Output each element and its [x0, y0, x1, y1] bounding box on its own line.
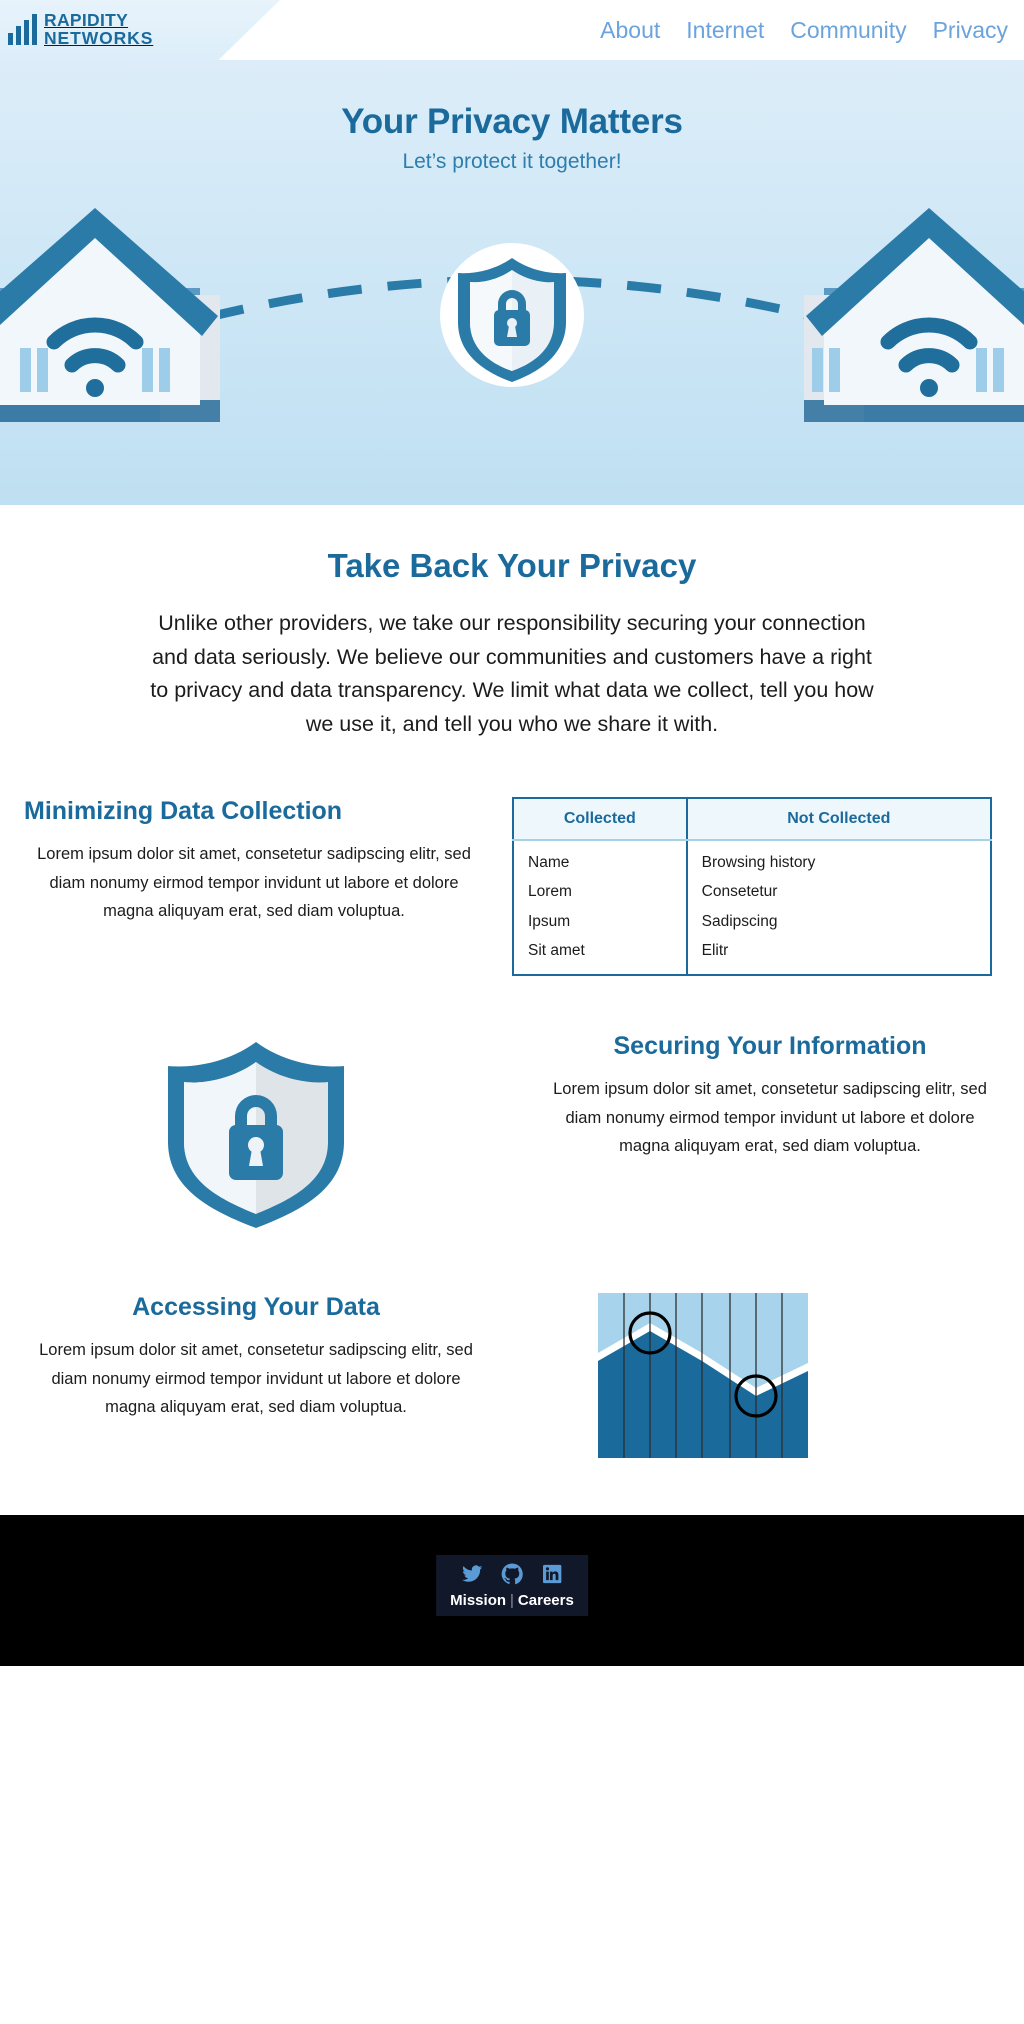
section-body-minimizing-data-collection: Lorem ipsum dolor sit amet, consetetur s…	[37, 845, 471, 920]
house-with-wifi-icon-right	[804, 208, 1024, 422]
feature-3-text-column: Accessing Your Data Lorem ipsum dolor si…	[0, 1293, 512, 1421]
table-row: Name Browsing history	[513, 840, 991, 878]
table-cell-collected: Lorem	[513, 877, 688, 907]
feature-securing-your-information: Securing Your Information Lorem ipsum do…	[0, 1032, 1024, 1237]
footer-links: Mission | Careers	[450, 1592, 574, 1609]
table-row: Lorem Consetetur	[513, 877, 991, 907]
table-row: Ipsum Sadipscing	[513, 906, 991, 936]
site-logo[interactable]: RAPIDITY NETWORKS	[0, 11, 154, 48]
table-row: Sit amet Elitr	[513, 935, 991, 976]
table-cell-collected: Name	[513, 840, 688, 878]
nav-item-internet[interactable]: Internet	[686, 17, 764, 44]
two-houses-secure-connection-illustration	[0, 208, 1024, 422]
linkedin-icon[interactable]	[541, 1563, 563, 1585]
social-links-row	[450, 1563, 574, 1585]
nav-item-community[interactable]: Community	[790, 17, 906, 44]
footer-link-mission[interactable]: Mission	[450, 1592, 506, 1609]
nav-item-about[interactable]: About	[600, 17, 660, 44]
footer-link-separator: |	[510, 1592, 514, 1610]
table-header-row: Collected Not Collected	[513, 798, 991, 842]
area-chart-with-markers-icon	[598, 1293, 808, 1459]
nav-item-privacy[interactable]: Privacy	[933, 17, 1008, 44]
section-heading-securing-your-information: Securing Your Information	[613, 1032, 927, 1061]
section-body-accessing-your-data: Lorem ipsum dolor sit amet, consetetur s…	[39, 1341, 473, 1416]
feature-1-text-column: Minimizing Data Collection Lorem ipsum d…	[0, 797, 512, 925]
data-collection-table-wrapper: Collected Not Collected Name Browsing hi…	[512, 797, 1024, 977]
intro-section: Take Back Your Privacy Unlike other prov…	[0, 505, 1024, 741]
feature-2-text-column: Securing Your Information Lorem ipsum do…	[512, 1032, 1024, 1160]
logo-wordmark: RAPIDITY NETWORKS	[44, 11, 154, 48]
footer-link-careers[interactable]: Careers	[518, 1592, 574, 1609]
twitter-icon[interactable]	[461, 1563, 483, 1585]
section-heading-minimizing-data-collection: Minimizing Data Collection	[24, 797, 343, 826]
site-footer: Mission | Careers	[0, 1515, 1024, 1667]
feature-3-image-column	[512, 1293, 1024, 1463]
logo-line-2: NETWORKS	[44, 28, 154, 48]
table-cell-collected: Sit amet	[513, 935, 688, 976]
hero-section: Your Privacy Matters Let’s protect it to…	[0, 60, 1024, 505]
main-navigation: About Internet Community Privacy	[600, 0, 1008, 60]
shield-with-padlock-icon	[168, 1042, 344, 1229]
table-cell-not-collected: Sadipscing	[701, 912, 778, 930]
section-heading-accessing-your-data: Accessing Your Data	[132, 1293, 380, 1322]
intro-heading: Take Back Your Privacy	[327, 547, 697, 584]
bar-chart-logo-icon	[8, 14, 37, 45]
feature-2-image-column	[0, 1032, 512, 1237]
feature-accessing-your-data: Accessing Your Data Lorem ipsum dolor si…	[0, 1293, 1024, 1463]
table-cell-not-collected: Browsing history	[701, 854, 816, 872]
table-cell-not-collected: Elitr	[701, 941, 729, 959]
site-header: RAPIDITY NETWORKS About Internet Communi…	[0, 0, 1024, 60]
github-icon[interactable]	[501, 1563, 523, 1585]
intro-paragraph: Unlike other providers, we take our resp…	[150, 611, 874, 736]
feature-minimizing-data-collection: Minimizing Data Collection Lorem ipsum d…	[0, 797, 1024, 977]
table-col-header-not-collected: Not Collected	[686, 798, 991, 842]
section-body-securing-your-information: Lorem ipsum dolor sit amet, consetetur s…	[553, 1080, 987, 1155]
table-col-header-collected: Collected	[513, 798, 688, 842]
footer-content-panel: Mission | Careers	[436, 1555, 588, 1617]
table-cell-not-collected: Consetetur	[701, 883, 778, 901]
table-cell-collected: Ipsum	[513, 906, 688, 936]
shield-lock-icon	[440, 243, 584, 387]
data-collection-table: Collected Not Collected Name Browsing hi…	[512, 797, 992, 977]
house-with-wifi-icon-left	[0, 208, 220, 422]
